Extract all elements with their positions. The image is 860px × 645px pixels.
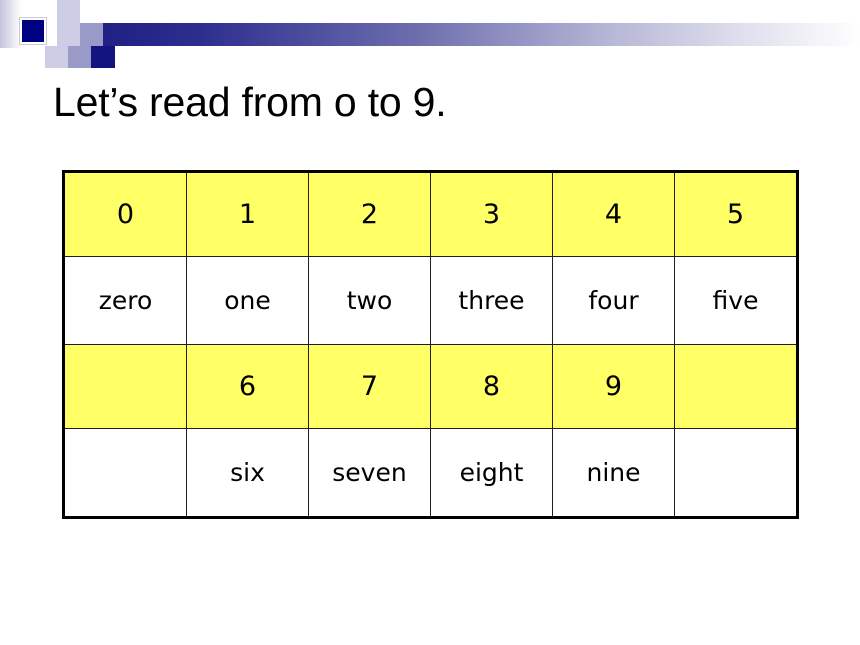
table-row: six seven eight nine — [63, 428, 798, 518]
table-cell-digit: 1 — [186, 171, 309, 257]
decoration-square-pale-middle — [57, 23, 80, 46]
table-cell-word: three — [430, 256, 553, 345]
decoration-square-white-gap — [44, 0, 57, 23]
table-cell-word: two — [308, 256, 431, 345]
table-row: 0 1 2 3 4 5 — [63, 171, 798, 257]
table-cell-word: four — [552, 256, 675, 345]
table-cell-word: six — [186, 428, 309, 518]
numbers-table-body: 0 1 2 3 4 5 zero one two three four five — [63, 171, 798, 518]
decoration-square-medium-a — [80, 23, 103, 46]
decoration-square-pale-top — [57, 0, 80, 23]
table-cell-empty — [63, 344, 187, 429]
table-row: zero one two three four five — [63, 256, 798, 345]
table-cell-word: seven — [308, 428, 431, 518]
decoration-square-medium-b — [68, 46, 91, 68]
table-cell-word: eight — [430, 428, 553, 518]
slide-header-decoration — [0, 0, 860, 68]
table-cell-digit: 6 — [186, 344, 309, 429]
table-cell-empty — [674, 428, 798, 518]
numbers-table: 0 1 2 3 4 5 zero one two three four five — [62, 170, 799, 519]
table-cell-word: five — [674, 256, 798, 345]
decoration-square-pale-lower — [45, 46, 68, 68]
table-cell-empty — [63, 428, 187, 518]
table-cell-digit: 7 — [308, 344, 431, 429]
table-cell-word: zero — [63, 256, 187, 345]
table-row: 6 7 8 9 — [63, 344, 798, 429]
page-title: Let’s read from o to 9. — [53, 79, 447, 125]
decoration-square-navy — [22, 20, 44, 42]
table-cell-digit: 0 — [63, 171, 187, 257]
table-cell-word: nine — [552, 428, 675, 518]
numbers-table-container: 0 1 2 3 4 5 zero one two three four five — [62, 170, 799, 519]
table-cell-digit: 8 — [430, 344, 553, 429]
table-cell-digit: 5 — [674, 171, 798, 257]
decoration-gradient-bar — [57, 23, 860, 46]
table-cell-digit: 9 — [552, 344, 675, 429]
table-cell-digit: 2 — [308, 171, 431, 257]
decoration-left-fade — [0, 0, 22, 48]
table-cell-empty — [674, 344, 798, 429]
table-cell-word: one — [186, 256, 309, 345]
slide-canvas: Let’s read from o to 9. 0 1 2 3 4 5 zero… — [0, 0, 860, 645]
table-cell-digit: 3 — [430, 171, 553, 257]
table-cell-digit: 4 — [552, 171, 675, 257]
